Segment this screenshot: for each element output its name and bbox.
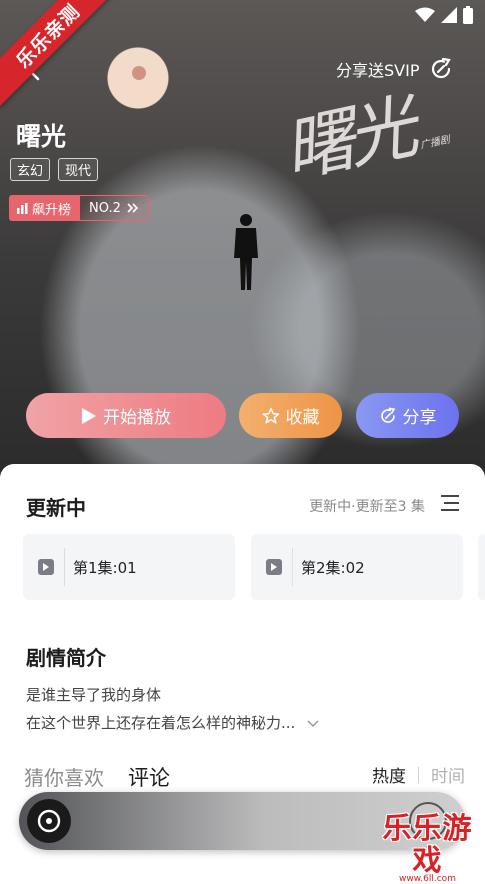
tab-recommend[interactable]: 猜你喜欢 xyxy=(24,762,104,791)
favorite-button[interactable]: 收藏 xyxy=(239,393,342,438)
synopsis-line: 在这个世界上还存在着怎么样的神秘力... xyxy=(26,714,296,732)
book-title: 曙光 xyxy=(16,122,67,151)
share-svip-label: 分享送SVIP xyxy=(336,61,420,80)
favorite-label: 收藏 xyxy=(285,408,320,428)
watermark-corner-ribbon: 乐乐亲测 xyxy=(0,0,120,108)
start-play-label: 开始播放 xyxy=(103,408,171,428)
chevron-down-icon[interactable] xyxy=(306,716,320,730)
video-icon xyxy=(38,559,54,575)
episode-label: 第1集:01 xyxy=(73,558,137,577)
cover-hero: 曙光广播剧 分享送SVIP 曙光 玄幻 现代 飙升榜 NO.2 乐乐亲测 开始播… xyxy=(0,0,485,480)
bar-chart-icon xyxy=(17,202,28,214)
battery-icon xyxy=(463,6,473,24)
start-play-button[interactable]: 开始播放 xyxy=(26,393,226,438)
cover-title-art: 曙光广播剧 xyxy=(276,86,451,194)
share-refresh-icon xyxy=(432,57,452,79)
sort-toggle: 热度 时间 xyxy=(372,762,465,787)
sort-time[interactable]: 时间 xyxy=(431,762,465,787)
episode-card[interactable]: 第2集:02 xyxy=(251,534,463,600)
content-tabs: 猜你喜欢 评论 xyxy=(24,762,170,798)
moon-decoration xyxy=(132,66,146,80)
tag-item[interactable]: 现代 xyxy=(58,158,99,181)
synopsis-title: 剧情简介 xyxy=(26,646,106,670)
rank-number: NO.2 xyxy=(80,195,149,221)
wifi-icon xyxy=(415,7,435,22)
status-bar xyxy=(415,6,473,24)
share-button[interactable]: 分享 xyxy=(356,393,459,438)
share-label: 分享 xyxy=(402,408,437,428)
sort-hot[interactable]: 热度 xyxy=(372,762,406,787)
video-icon xyxy=(266,559,282,575)
watermark-brand-url: www.6ll.com xyxy=(399,874,456,884)
watermark-brand-text: 乐乐游戏 xyxy=(382,811,473,877)
tab-comments[interactable]: 评论 xyxy=(128,762,170,798)
episode-card[interactable]: 第1集:01 xyxy=(23,534,235,600)
update-info[interactable]: 更新中·更新至3 集 xyxy=(309,496,425,516)
updating-title: 更新中 xyxy=(26,496,86,520)
tag-item[interactable]: 玄幻 xyxy=(10,158,51,181)
disc-icon[interactable] xyxy=(27,799,71,843)
watermark-brand: 乐乐游戏 www.6ll.com xyxy=(370,812,485,884)
episode-list-icon[interactable] xyxy=(441,494,459,512)
tag-list: 玄幻 现代 xyxy=(10,158,99,181)
silhouette-figure xyxy=(234,214,258,290)
play-icon xyxy=(82,407,96,424)
episode-label: 第2集:02 xyxy=(301,558,365,577)
share-icon xyxy=(380,407,395,423)
episode-card-partial[interactable] xyxy=(478,534,485,600)
synopsis-line: 是谁主导了我的身体 xyxy=(26,686,162,704)
signal-icon xyxy=(441,7,457,23)
star-icon xyxy=(262,407,279,423)
rank-label: 飙升榜 xyxy=(9,195,81,221)
rank-badge[interactable]: 飙升榜 NO.2 xyxy=(9,195,149,221)
double-chevron-right-icon xyxy=(127,203,138,213)
share-svip-button[interactable]: 分享送SVIP xyxy=(336,57,453,81)
